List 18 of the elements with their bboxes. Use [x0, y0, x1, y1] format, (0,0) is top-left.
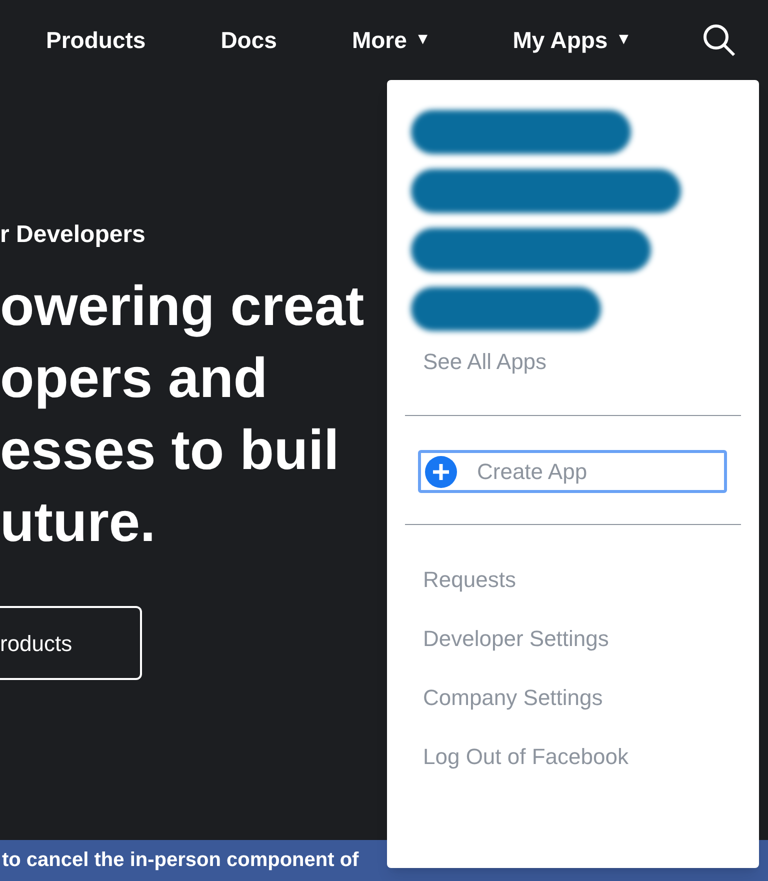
menu-link[interactable]: Developer Settings: [423, 624, 609, 654]
menu-link[interactable]: Log Out of Facebook: [423, 742, 628, 772]
nav-link[interactable]: My Apps ▼: [512, 22, 632, 58]
create-app-button[interactable]: Create App: [418, 450, 727, 493]
nav-link[interactable]: Docs: [220, 22, 277, 58]
hero-headline-line: owering creat: [0, 273, 364, 339]
nav-link[interactable]: More ▼: [352, 22, 431, 58]
menu-link[interactable]: Requests: [423, 565, 516, 595]
products-button[interactable]: roducts: [0, 606, 142, 680]
hero-headline-line: esses to buil: [0, 417, 340, 483]
menu-link[interactable]: Company Settings: [423, 683, 603, 713]
hero-headline-line: opers and: [0, 345, 268, 411]
plus-icon: [425, 456, 457, 488]
nav-link[interactable]: Products: [46, 22, 146, 58]
search-button[interactable]: [702, 23, 736, 57]
hero-headline-line: uture.: [0, 489, 156, 555]
hero-subtitle: r Developers: [0, 220, 146, 250]
see-all-apps-link[interactable]: See All Apps: [423, 347, 547, 377]
